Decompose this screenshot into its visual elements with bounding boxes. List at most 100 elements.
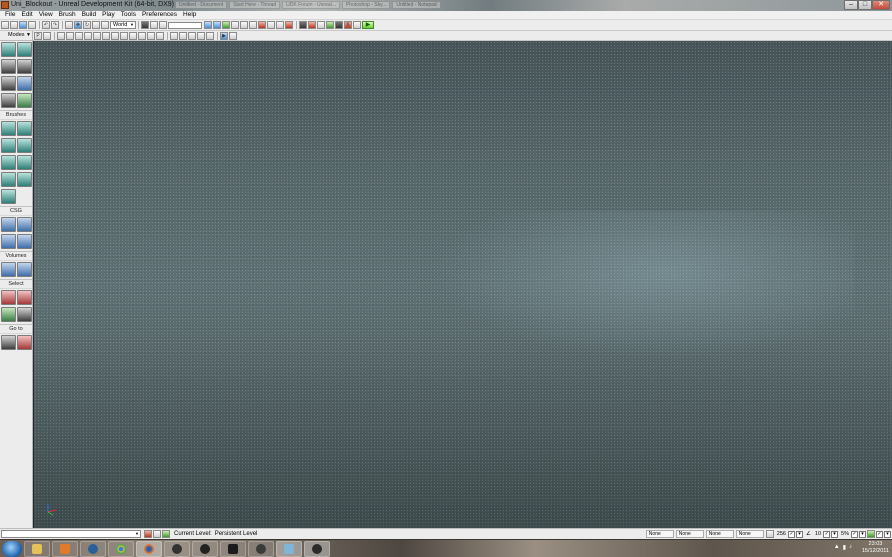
landscape-mode-icon[interactable] <box>1 93 16 108</box>
save-all-icon[interactable] <box>28 21 36 29</box>
kismet-icon[interactable] <box>213 21 221 29</box>
play-on-pc-button[interactable]: ▶ <box>362 21 374 29</box>
scene-manager-icon[interactable] <box>317 21 325 29</box>
cube-brush-icon[interactable] <box>1 121 16 136</box>
taskbar-app-s[interactable] <box>220 540 246 557</box>
search-actor-icon[interactable] <box>141 21 149 29</box>
cook-icon[interactable] <box>353 21 361 29</box>
taskbar-app-explorer[interactable] <box>24 540 50 557</box>
taskbar-app-firefox[interactable] <box>136 540 162 557</box>
redo-icon[interactable]: ↷ <box>51 21 59 29</box>
cone-brush-icon[interactable] <box>17 121 32 136</box>
play-in-viewport-icon[interactable] <box>326 21 334 29</box>
terrain-mode-icon[interactable] <box>1 59 16 74</box>
level-grid-icon[interactable] <box>144 530 152 538</box>
taskbar-app-udk-editor[interactable] <box>304 540 330 557</box>
grid-size-dropdown[interactable]: ▾ <box>795 530 803 538</box>
generic-browser-icon[interactable] <box>204 21 212 29</box>
menu-brush[interactable]: Brush <box>56 11 79 19</box>
open-folder-icon[interactable] <box>10 21 18 29</box>
texture-density-icon[interactable] <box>120 31 128 40</box>
autosave-checkbox[interactable]: ✓ <box>876 530 883 538</box>
play-in-viewport-button-icon[interactable]: ▶ <box>220 31 228 40</box>
wireframe-icon[interactable] <box>66 31 74 40</box>
maximize-button[interactable]: □ <box>858 0 872 10</box>
hide-selected-icon[interactable] <box>17 290 32 305</box>
taskbar-app-media-player[interactable] <box>52 540 78 557</box>
lightmap-density-icon[interactable] <box>138 31 146 40</box>
level-visibility-icon[interactable] <box>162 530 170 538</box>
build-cover-icon[interactable] <box>267 21 275 29</box>
scale-nonuniform-icon[interactable] <box>101 21 109 29</box>
menu-edit[interactable]: Edit <box>18 11 35 19</box>
undo-icon[interactable]: ↶ <box>42 21 50 29</box>
clock[interactable]: 23:03 15/12/2011 <box>862 541 889 555</box>
network-icon[interactable]: ▮ <box>843 544 846 551</box>
volume-icon[interactable]: ♪ <box>849 544 852 551</box>
autosave-icon[interactable] <box>867 530 875 538</box>
kismet-k-icon[interactable]: K <box>344 21 352 29</box>
brush-wireframe-icon[interactable] <box>57 31 65 40</box>
taskbar-app-steam[interactable] <box>80 540 106 557</box>
taskbar-app-steam-alt[interactable] <box>164 540 190 557</box>
scale-snap-checkbox[interactable]: ✓ <box>851 530 858 538</box>
show-all-icon[interactable] <box>17 307 32 322</box>
translate-tool-icon[interactable] <box>17 59 32 74</box>
viewport-type-icon[interactable] <box>43 31 51 40</box>
menu-tools[interactable]: Tools <box>118 11 139 19</box>
translate-mode-icon[interactable]: ✥ <box>74 21 82 29</box>
drag-grid-icon[interactable] <box>765 530 774 538</box>
actor-classes-icon[interactable] <box>299 21 307 29</box>
cylinder-brush-icon[interactable] <box>17 138 32 153</box>
menu-play[interactable]: Play <box>99 11 118 19</box>
detail-lighting-icon[interactable] <box>93 31 101 40</box>
csg-deintersect-icon[interactable] <box>17 234 32 249</box>
texture-align-icon[interactable] <box>1 76 16 91</box>
sheet-brush-icon[interactable] <box>17 155 32 170</box>
invert-selection-icon[interactable] <box>1 307 16 322</box>
taskbar-app-chrome[interactable] <box>108 540 134 557</box>
menu-view[interactable]: View <box>36 11 56 19</box>
show-hidden-icons-icon[interactable]: ▲ <box>834 544 840 551</box>
save-icon[interactable] <box>19 21 27 29</box>
udk-app-icon[interactable] <box>1 1 9 9</box>
perspective-viewport[interactable] <box>34 41 892 528</box>
scale-snap-dropdown[interactable]: ▾ <box>859 530 866 538</box>
goto-actor-icon[interactable] <box>1 335 16 350</box>
stream-icon[interactable] <box>188 31 196 40</box>
shader-complexity-icon[interactable] <box>129 31 137 40</box>
menu-help[interactable]: Help <box>180 11 199 19</box>
realtime-icon[interactable] <box>179 31 187 40</box>
show-flags-icon[interactable] <box>147 31 155 40</box>
close-button[interactable]: ✕ <box>872 0 890 10</box>
light-complexity-icon[interactable] <box>111 31 119 40</box>
rotation-snap-checkbox[interactable]: ✓ <box>823 530 831 538</box>
coordinate-system-dropdown[interactable]: World ▼ <box>110 21 136 29</box>
grid-snap-checkbox[interactable]: ✓ <box>787 530 795 538</box>
csg-add-icon[interactable] <box>1 217 16 232</box>
csg-subtract-icon[interactable] <box>17 217 32 232</box>
build-paths-icon[interactable] <box>249 21 257 29</box>
menu-file[interactable]: File <box>2 11 18 19</box>
start-button[interactable] <box>2 540 22 557</box>
taskbar-app-udk[interactable] <box>248 540 274 557</box>
rotate-mode-icon[interactable]: ↻ <box>83 21 91 29</box>
unlit-icon[interactable] <box>75 31 83 40</box>
perspective-icon[interactable]: P <box>34 31 42 40</box>
curved-stair-brush-icon[interactable] <box>1 138 16 153</box>
camera-speed-icon[interactable] <box>197 31 205 40</box>
build-all-icon[interactable] <box>258 21 266 29</box>
volume-shield-icon[interactable] <box>17 262 32 277</box>
stop-build-icon[interactable] <box>285 21 293 29</box>
camera-mode-icon[interactable] <box>1 42 16 57</box>
volumetric-brush-icon[interactable] <box>1 189 16 204</box>
viewport-options-icon[interactable] <box>229 31 237 40</box>
add-volume-icon[interactable] <box>1 262 16 277</box>
scale-mode-icon[interactable] <box>92 21 100 29</box>
linear-stair-brush-icon[interactable] <box>1 155 16 170</box>
search-field[interactable] <box>168 21 202 29</box>
modes-header[interactable]: Modes ▼ <box>0 31 32 41</box>
foliage-mode-icon[interactable] <box>17 93 32 108</box>
sphere-brush-icon[interactable] <box>17 172 32 187</box>
taskbar-app-photoshop[interactable] <box>276 540 302 557</box>
